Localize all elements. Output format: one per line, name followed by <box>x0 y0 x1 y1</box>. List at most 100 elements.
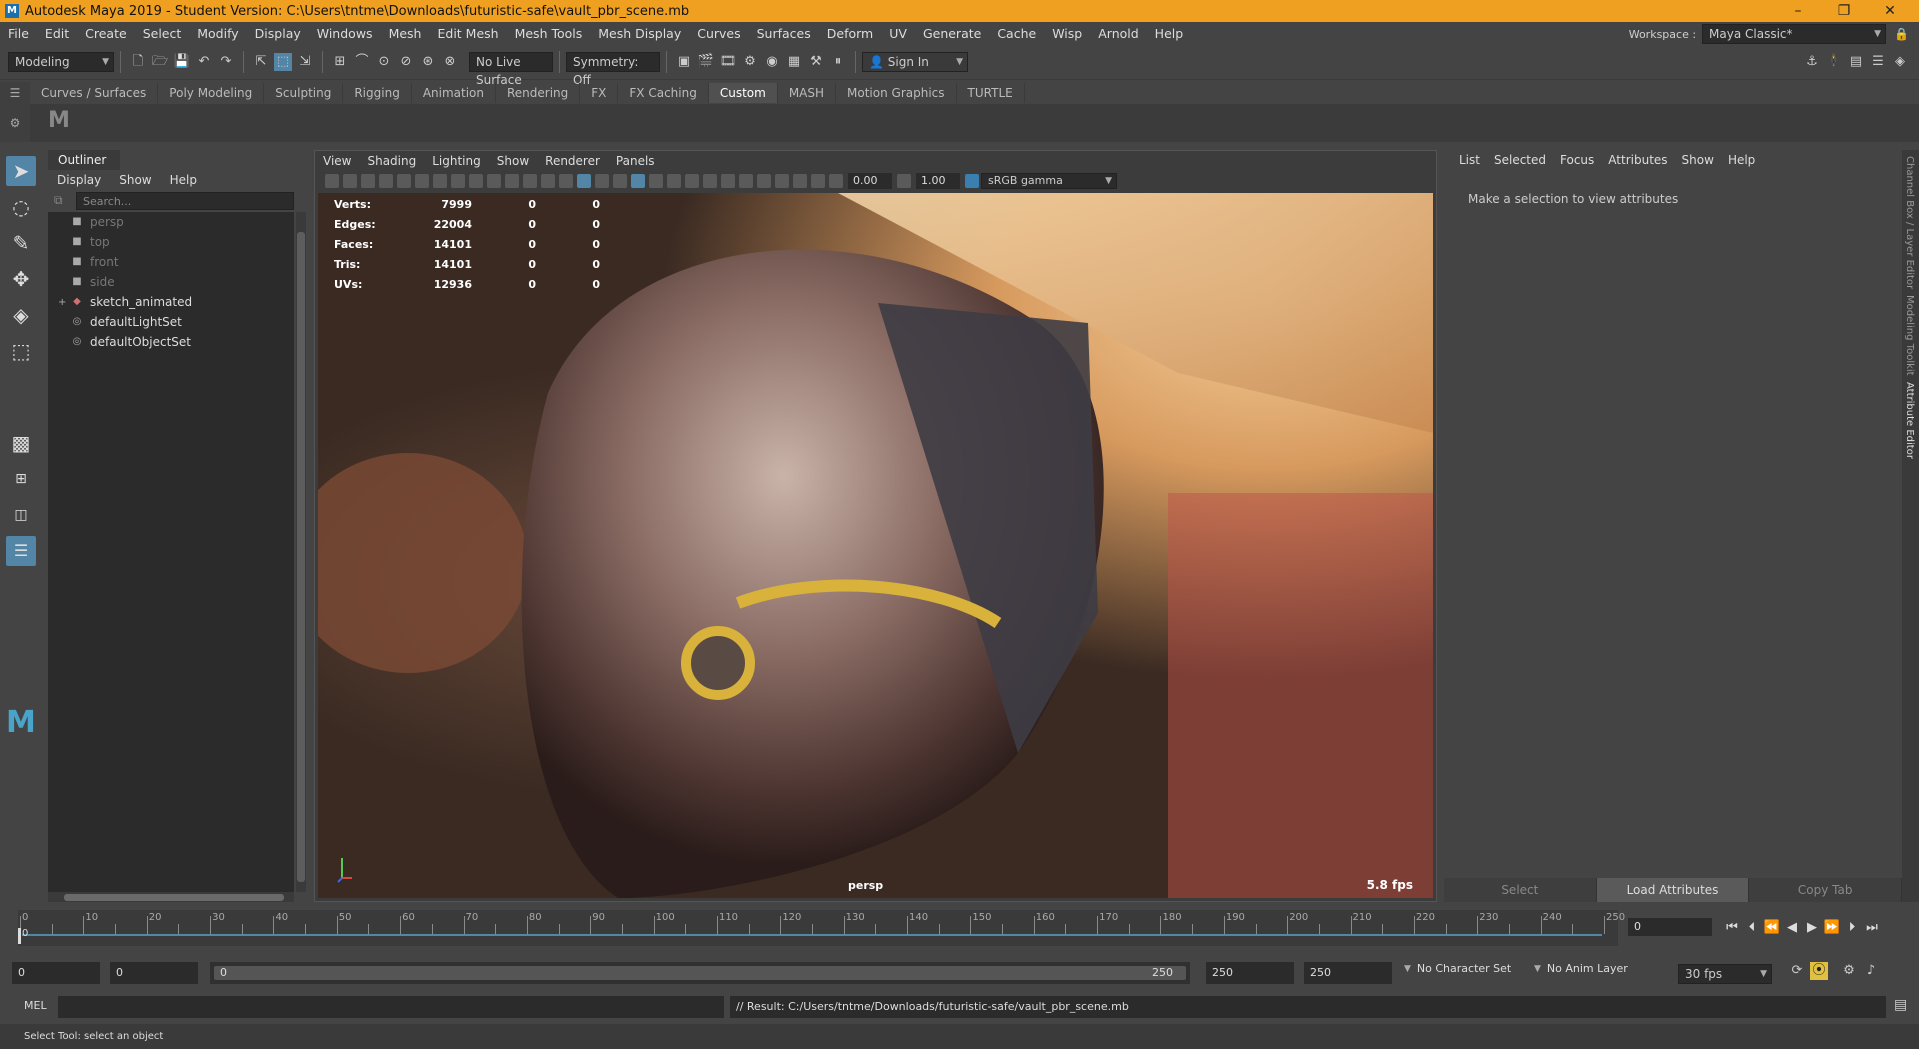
xray-components-icon[interactable] <box>811 174 825 188</box>
modeling-toolkit-icon[interactable]: ⚓ <box>1803 53 1821 71</box>
snap-grid-icon[interactable]: ⊞ <box>331 53 349 71</box>
exposure-field[interactable]: 0.00 <box>848 173 892 189</box>
redo-icon[interactable]: ↷ <box>217 53 235 71</box>
shelf-tab-fx-caching[interactable]: FX Caching <box>618 83 709 103</box>
ae-select-button[interactable]: Select <box>1444 878 1597 902</box>
default-material-icon[interactable] <box>595 174 609 188</box>
arnold-ipr-icon[interactable]: ⚒ <box>807 53 825 71</box>
attribute-editor-icon[interactable]: ▤ <box>1847 53 1865 71</box>
menu-windows[interactable]: Windows <box>309 22 381 45</box>
grid-icon[interactable] <box>433 174 447 188</box>
time-slider[interactable]: 0 10 20 30 40 50 60 70 80 90 100 110 120 130 140 150 160… <box>18 910 1625 946</box>
viewport-menu-shading[interactable]: Shading <box>359 151 424 171</box>
animation-start-field[interactable]: 0 <box>12 962 100 984</box>
viewport-menu-renderer[interactable]: Renderer <box>537 151 608 171</box>
shelf-tab-fx[interactable]: FX <box>580 83 619 103</box>
gate-mask-icon[interactable] <box>487 174 501 188</box>
live-surface-field[interactable]: No Live Surface <box>469 52 553 87</box>
select-tool-icon[interactable]: ➤ <box>6 156 36 186</box>
new-scene-icon[interactable]: 🗋 <box>129 53 147 71</box>
viewport-menu-view[interactable]: View <box>315 151 359 171</box>
ae-menu-focus[interactable]: Focus <box>1553 150 1601 170</box>
arnold-render-icon[interactable]: ▦ <box>785 53 803 71</box>
menu-surfaces[interactable]: Surfaces <box>749 22 819 45</box>
close-button[interactable]: ✕ <box>1867 0 1913 22</box>
script-editor-icon[interactable]: ▤ <box>1894 997 1907 1013</box>
outliner-search-input[interactable]: Search... <box>76 192 294 210</box>
move-tool-icon[interactable]: ✥ <box>6 264 36 294</box>
hypershade-icon[interactable]: ◉ <box>763 53 781 71</box>
color-management-icon[interactable] <box>965 174 979 188</box>
snap-vertex-icon[interactable]: ⊗ <box>441 53 459 71</box>
fps-dropdown[interactable]: 30 fps ▼ <box>1678 964 1772 984</box>
script-language-toggle[interactable]: MEL <box>24 999 47 1012</box>
color-space-dropdown[interactable]: sRGB gamma ▼ <box>981 173 1117 189</box>
outliner-title[interactable]: Outliner <box>48 150 120 170</box>
2d-pan-zoom-icon[interactable] <box>397 174 411 188</box>
shelf-tab-motion-graphics[interactable]: Motion Graphics <box>836 83 957 103</box>
playback-end-field[interactable]: 250 <box>1206 962 1294 984</box>
exposure-icon[interactable] <box>829 174 843 188</box>
current-frame-field[interactable]: 0 <box>1628 918 1712 936</box>
shelf-tab-custom[interactable]: Custom <box>708 83 778 103</box>
camera-attributes-icon[interactable] <box>343 174 357 188</box>
outliner-item-sketch-animated[interactable]: + ◆ sketch_animated <box>48 292 294 312</box>
anim-layer-selector[interactable]: ▼ No Anim Layer <box>1534 962 1628 975</box>
safe-action-icon[interactable] <box>523 174 537 188</box>
tool-settings-icon[interactable]: ☰ <box>1869 53 1887 71</box>
ae-menu-list[interactable]: List <box>1452 150 1487 170</box>
outliner-horizontal-scroll-thumb[interactable] <box>64 894 284 901</box>
snap-curve-icon[interactable]: ⌒ <box>353 53 371 71</box>
ae-load-attributes-button[interactable]: Load Attributes <box>1596 878 1750 902</box>
shelf-settings-icon[interactable]: ⚙ <box>0 116 30 130</box>
go-to-start-icon[interactable]: ⏮ <box>1722 920 1742 935</box>
sign-in-button[interactable]: 👤 Sign In ▼ <box>862 52 968 72</box>
shelf-tab-animation[interactable]: Animation <box>412 83 496 103</box>
menu-select[interactable]: Select <box>135 22 190 45</box>
outliner-item-default-light-set[interactable]: ◎ defaultLightSet <box>48 312 294 332</box>
viewport-menu-lighting[interactable]: Lighting <box>424 151 489 171</box>
outliner-item-top[interactable]: ■ top <box>48 232 294 252</box>
render-view-icon[interactable]: ▣ <box>675 53 693 71</box>
animation-end-field[interactable]: 250 <box>1304 962 1392 984</box>
field-chart-icon[interactable] <box>505 174 519 188</box>
shelf-tab-sculpting[interactable]: Sculpting <box>264 83 344 103</box>
range-slider-thumb[interactable] <box>214 966 1186 980</box>
go-to-end-icon[interactable]: ⏭ <box>1862 920 1882 935</box>
tab-attribute-editor[interactable]: Attribute Editor <box>1904 382 1915 459</box>
menu-display[interactable]: Display <box>247 22 309 45</box>
menu-file[interactable]: File <box>0 22 37 45</box>
open-scene-icon[interactable]: 🗁 <box>151 53 169 71</box>
viewport-menu-panels[interactable]: Panels <box>608 151 663 171</box>
textured-icon[interactable] <box>631 174 645 188</box>
gamma-icon[interactable] <box>897 174 911 188</box>
grease-pencil-icon[interactable] <box>415 174 429 188</box>
playback-speed-icon[interactable]: ♪ <box>1862 962 1880 980</box>
step-forward-key-icon[interactable]: ⏵ <box>1842 920 1862 935</box>
channel-box-icon[interactable]: ◈ <box>1891 53 1909 71</box>
workspace-dropdown[interactable]: Maya Classic* ▼ <box>1702 24 1887 44</box>
viewport-menu-show[interactable]: Show <box>489 151 537 171</box>
wireframe-icon[interactable] <box>559 174 573 188</box>
outliner-vertical-scroll-thumb[interactable] <box>297 232 305 882</box>
shelf-tab-curves-surfaces[interactable]: Curves / Surfaces <box>30 83 159 103</box>
outliner-menu-show[interactable]: Show <box>110 170 160 190</box>
outliner-menu-help[interactable]: Help <box>161 170 206 190</box>
menu-arnold[interactable]: Arnold <box>1090 22 1146 45</box>
shelf-tab-mash[interactable]: MASH <box>778 83 837 103</box>
playback-start-field[interactable]: 0 <box>110 962 198 984</box>
tab-channel-box[interactable]: Channel Box / Layer Editor <box>1904 156 1915 289</box>
menu-wisp[interactable]: Wisp <box>1044 22 1090 45</box>
step-back-frame-icon[interactable]: ⏪ <box>1762 920 1782 935</box>
anti-aliasing-icon[interactable] <box>721 174 735 188</box>
maya-shelf-icon[interactable]: M <box>48 108 70 133</box>
character-set-selector[interactable]: ▼ No Character Set <box>1404 962 1511 975</box>
save-scene-icon[interactable]: 💾 <box>173 53 191 71</box>
symmetry-dropdown[interactable]: Symmetry: Off <box>566 52 660 87</box>
menu-generate[interactable]: Generate <box>915 22 989 45</box>
auto-key-icon[interactable]: ⦿ <box>1810 962 1828 980</box>
snap-point-icon[interactable]: ⊙ <box>375 53 393 71</box>
paint-select-tool-icon[interactable]: ✎ <box>6 228 36 258</box>
minimize-button[interactable]: – <box>1775 0 1821 22</box>
lasso-tool-icon[interactable]: ◌ <box>6 192 36 222</box>
